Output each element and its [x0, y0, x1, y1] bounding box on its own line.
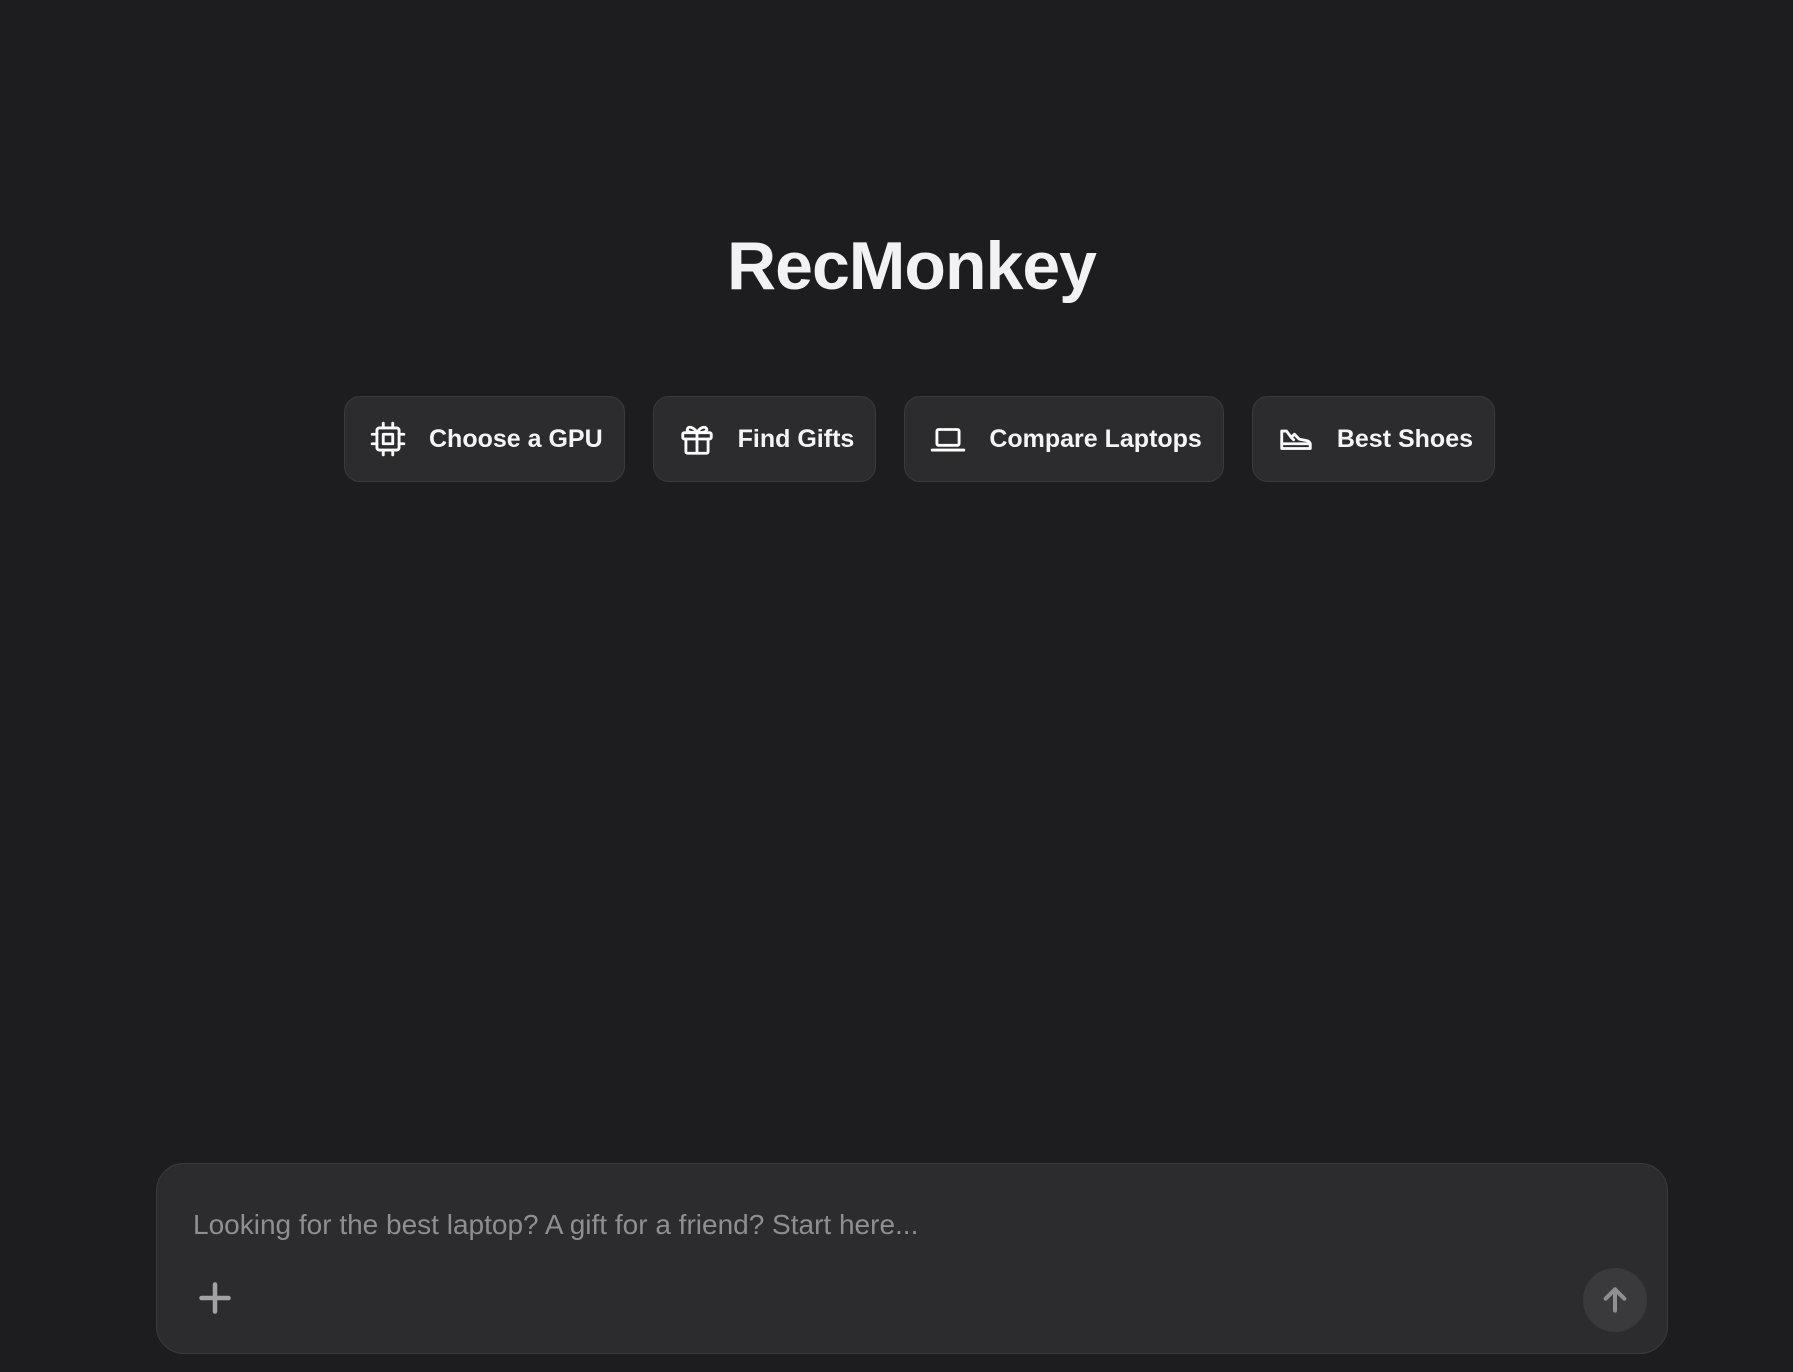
- suggestion-chip-choose-gpu[interactable]: Choose a GPU: [344, 396, 625, 482]
- plus-icon: [199, 1282, 231, 1314]
- laptop-icon: [929, 420, 967, 458]
- arrow-up-icon: [1603, 1287, 1627, 1313]
- suggestion-chip-compare-laptops[interactable]: Compare Laptops: [904, 396, 1224, 482]
- suggestion-chip-label: Choose a GPU: [429, 424, 603, 453]
- suggestion-chip-label: Find Gifts: [737, 424, 855, 453]
- suggestion-chips: Choose a GPU Find Gifts Compare Laptops …: [344, 396, 1496, 482]
- suggestion-chip-label: Compare Laptops: [989, 424, 1202, 453]
- chat-input[interactable]: [191, 1200, 1615, 1250]
- suggestion-chip-find-gifts[interactable]: Find Gifts: [652, 396, 877, 482]
- add-attachment-button[interactable]: [191, 1274, 239, 1322]
- shoe-icon: [1277, 420, 1315, 458]
- app-page: RecMonkey Choose a GPU Find Gifts Compar…: [0, 0, 1793, 1372]
- suggestion-chip-label: Best Shoes: [1336, 424, 1474, 453]
- cpu-icon: [369, 420, 407, 458]
- gift-icon: [678, 420, 716, 458]
- suggestion-chip-best-shoes[interactable]: Best Shoes: [1251, 396, 1496, 482]
- app-title: RecMonkey: [727, 228, 1097, 304]
- send-button[interactable]: [1583, 1268, 1647, 1332]
- chat-composer: [156, 1163, 1668, 1354]
